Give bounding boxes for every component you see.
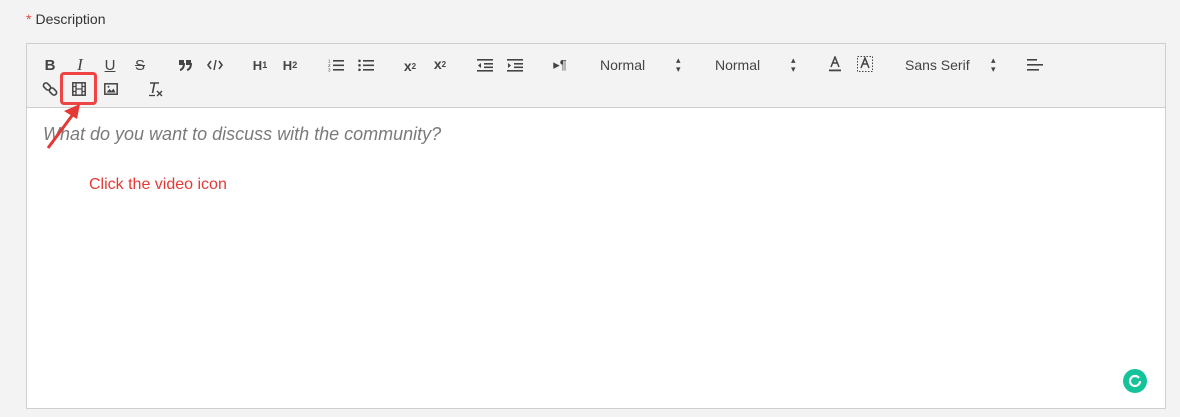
video-icon-highlight: [60, 72, 97, 105]
bullet-list-button[interactable]: [357, 55, 375, 75]
align-left-icon: [1027, 59, 1043, 71]
annotation-text: Click the video icon: [89, 176, 227, 193]
indent-button[interactable]: [507, 55, 523, 75]
editor-toolbar: B I U S H1 H2 1 2 3 x 2 x 2 ▸¶ Normal ▴ …: [27, 44, 1165, 108]
header-select[interactable]: Normal ▴ ▾: [715, 56, 805, 74]
size-select[interactable]: Normal ▴ ▾: [600, 56, 690, 74]
highlight-color-icon: [857, 56, 873, 72]
header-select-value: Normal: [715, 57, 761, 73]
blockquote-button[interactable]: [177, 55, 193, 75]
select-arrows-icon: ▴ ▾: [791, 55, 796, 74]
bold-button[interactable]: B: [43, 55, 57, 75]
header1-label: H: [252, 57, 263, 73]
quote-icon: [179, 60, 192, 71]
select-arrows-icon: ▴ ▾: [991, 55, 996, 74]
select-arrows-icon: ▴ ▾: [676, 55, 681, 74]
header1-button[interactable]: H1: [250, 55, 270, 75]
strike-button[interactable]: S: [133, 55, 147, 75]
rich-text-editor: B I U S H1 H2 1 2 3 x 2 x 2 ▸¶ Normal ▴ …: [26, 43, 1166, 409]
code-icon: [207, 59, 223, 71]
subscript-sub: 2: [411, 61, 417, 71]
outdent-button[interactable]: [477, 55, 493, 75]
underline-button[interactable]: U: [103, 55, 117, 75]
superscript-label: x: [433, 56, 442, 72]
editor-placeholder[interactable]: What do you want to discuss with the com…: [43, 124, 441, 145]
description-label: * Description: [26, 11, 105, 27]
subscript-button[interactable]: x2: [401, 56, 419, 76]
grammarly-logo-icon: [1128, 374, 1142, 388]
font-select-value: Sans Serif: [905, 57, 970, 73]
link-button[interactable]: [41, 79, 59, 99]
header1-sub: 1: [262, 60, 268, 70]
clear-format-button[interactable]: [147, 79, 165, 99]
header2-sub: 2: [292, 60, 298, 70]
text-color-button[interactable]: [827, 54, 843, 74]
image-icon: [104, 83, 118, 95]
background-color-button[interactable]: [857, 54, 873, 74]
size-select-value: Normal: [600, 57, 646, 73]
text-direction-button[interactable]: ▸¶: [551, 55, 569, 75]
align-button[interactable]: [1027, 55, 1043, 75]
link-icon: [42, 82, 58, 96]
header2-label: H: [282, 57, 293, 73]
clear-format-icon: [149, 82, 163, 97]
indent-icon: [507, 59, 523, 72]
description-label-text: Description: [35, 11, 106, 27]
image-button[interactable]: [103, 79, 119, 99]
ordered-list-icon: 1 2 3: [328, 59, 344, 73]
required-mark: *: [26, 11, 32, 27]
outdent-icon: [477, 59, 493, 72]
superscript-button[interactable]: x2: [431, 54, 449, 74]
header2-button[interactable]: H2: [280, 55, 300, 75]
font-select[interactable]: Sans Serif ▴ ▾: [905, 56, 1005, 74]
superscript-sup: 2: [441, 59, 447, 69]
ordered-list-button[interactable]: 1 2 3: [327, 55, 345, 75]
bullet-list-icon: [358, 59, 374, 72]
italic-label: I: [75, 54, 85, 74]
text-color-icon: [829, 56, 841, 72]
subscript-label: x: [403, 58, 412, 74]
svg-text:3: 3: [328, 68, 331, 73]
code-block-button[interactable]: [207, 55, 223, 75]
grammarly-icon[interactable]: [1123, 369, 1147, 393]
